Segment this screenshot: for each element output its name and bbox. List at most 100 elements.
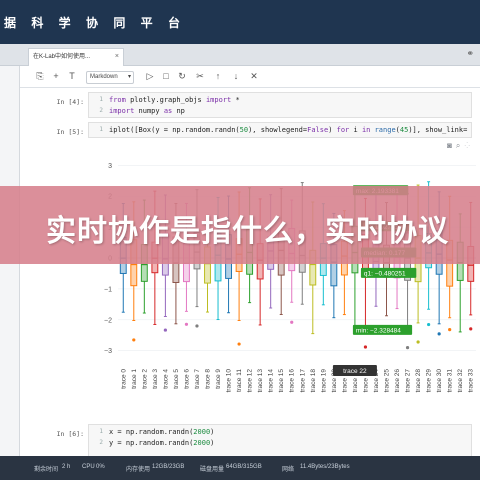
cpu-value: 0% [96,464,105,470]
stop-icon[interactable]: □ [160,71,172,81]
code-line: from plotly.graph_objs import * [109,96,240,104]
x-tick-label: trace 8 [205,369,212,389]
outlier-point [363,345,368,349]
x-tick-label: trace 7 [194,369,201,389]
outlier-point [237,342,241,346]
add-cell-icon[interactable]: + [50,71,62,81]
run-icon[interactable]: ▷ [144,71,156,82]
x-tick-label: trace 11 [236,369,243,392]
network-label: 网络 [282,467,295,473]
memory-label: 内存使用 [126,467,151,473]
left-sidebar [0,66,20,466]
status-bar: 剩余时间 2 h CPU 0% 内存使用 12GB/23GB 磁盘用量 64GB… [0,456,480,480]
x-tick-label: trace 6 [183,369,190,389]
line-number: 2 [99,439,103,446]
x-tick-label: trace 31 [447,369,454,393]
x-tick-label: trace 0 [120,369,127,389]
y-tick-label: −2 [104,317,112,324]
cell-type-select[interactable]: Markdown ▾ [86,71,134,84]
x-tick-label: trace 12 [247,369,254,393]
x-tick-label: trace 30 [436,369,443,393]
x-tick-label: trace 19 [320,369,327,393]
x-tick-label: trace 28 [415,369,422,393]
delete-icon[interactable]: ✕ [248,71,260,82]
code-editor[interactable]: 1 x = np.random.randn(2000) 2 y = np.ran… [88,424,472,458]
line-number: 1 [99,126,103,133]
code-line: x = np.random.randn(2000) [109,428,215,436]
x-tick-label: trace 14 [268,369,275,393]
memory-value: 12GB/23GB [152,464,185,470]
move-down-icon[interactable]: ↓ [230,71,242,81]
outlier-point [290,320,294,324]
x-tick-label: trace 18 [310,369,317,393]
line-number: 1 [99,96,103,103]
outlier-point [195,324,199,328]
line-number: 2 [99,107,103,114]
x-tick-label: trace 9 [215,369,222,389]
x-tick-label: trace 32 [457,369,464,393]
x-tick-label: trace 3 [152,369,159,389]
outlier-point [184,322,189,326]
x-tick-label: trace 4 [162,369,169,389]
x-tick-label: trace 27 [405,369,412,393]
notebook-tab-label: 在K-Lab中如何使用... [33,54,91,60]
outlier-point [163,328,167,332]
outlier-point [427,322,431,327]
x-tick-label: trace 17 [299,369,306,393]
x-tick-label: trace 2 [141,369,148,389]
format-icon[interactable]: T [66,71,78,81]
code-line: import numpy as np [109,107,185,115]
y-tick-label: −1 [104,286,112,293]
cell-type-value: Markdown [90,74,118,80]
platform-header: 据 科 学 协 同 平 台 [0,0,480,44]
cpu-label: CPU [82,464,95,470]
outlier-point [469,327,473,331]
x-tick-label: trace 29 [426,369,433,393]
cell-prompt: In [5]: [56,128,84,136]
code-line: y = np.random.randn(2000) [109,439,215,447]
close-icon[interactable]: × [115,49,119,65]
x-tick-label: trace 26 [394,369,401,393]
share-icon[interactable]: ⚭ [466,48,474,59]
tab-strip: 在K-Lab中如何使用... × ⚭ [0,44,480,66]
cut-icon[interactable]: ✂ [194,71,206,82]
outlier-point [437,332,441,336]
x-tick-label: trace 25 [384,369,391,393]
runtime-value: 2 h [62,464,71,470]
chevron-down-icon: ▾ [127,74,131,80]
platform-title: 据 科 学 协 同 平 台 [4,16,187,30]
line-number: 1 [99,428,103,435]
hover-label-text: min: −2.328484 [356,327,401,334]
restart-icon[interactable]: ↻ [176,71,188,82]
notebook-tab[interactable]: 在K-Lab中如何使用... × [28,48,124,66]
outlier-point [448,328,452,332]
code-cell-6[interactable]: In [6]: 1 x = np.random.randn(2000) 2 y … [26,424,472,458]
move-up-icon[interactable]: ↑ [212,71,224,81]
notebook-toolbar: ⎘ + T Markdown ▾ ▷ □ ↻ ✂ ↑ ↓ ✕ [20,66,480,88]
x-tick-label: trace 33 [468,369,475,393]
article-title-banner: 实时协作是指什么，实时协议 [0,186,480,264]
outlier-point [405,346,410,350]
x-tick-label: trace 13 [257,369,264,393]
runtime-label: 剩余时间 [34,467,59,473]
hover-trace-label: trace 22 [343,368,367,375]
x-tick-label: trace 16 [289,369,296,393]
x-tick-label: trace 10 [226,369,233,393]
outlier-point [132,338,136,342]
code-editor[interactable]: 1 iplot([Box(y = np.random.randn(50), sh… [88,122,472,138]
disk-label: 磁盘用量 [200,467,225,473]
save-icon[interactable]: ⎘ [34,71,46,82]
code-line: iplot([Box(y = np.random.randn(50), show… [109,126,468,134]
y-tick-label: −3 [104,348,112,355]
x-tick-label: trace 5 [173,369,180,389]
disk-value: 64GB/315GB [226,464,262,470]
banner-title: 实时协作是指什么，实时协议 [46,214,449,249]
x-tick-label: trace 15 [278,369,285,393]
outlier-point [416,340,420,344]
code-cell-4[interactable]: In [4]: 1 from plotly.graph_objs import … [26,92,472,118]
cell-prompt: In [6]: [56,430,84,438]
cell-prompt: In [4]: [56,98,84,106]
y-tick-label: 3 [108,163,112,170]
hover-label-text: q1: −0.480251 [364,270,406,277]
code-editor[interactable]: 1 from plotly.graph_objs import * 2 impo… [88,92,472,118]
